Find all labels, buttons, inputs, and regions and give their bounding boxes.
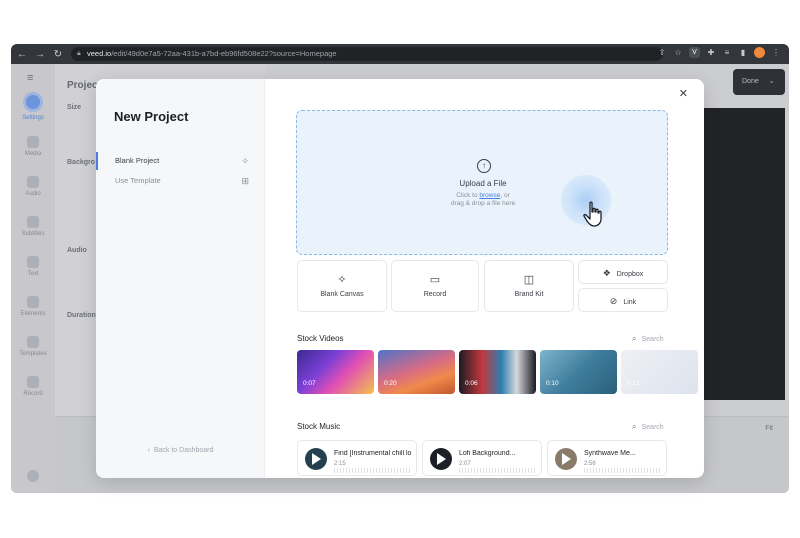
blank-canvas-option[interactable]: ✧ Blank Canvas (297, 260, 387, 312)
browse-link[interactable]: browse (479, 192, 500, 199)
stock-video-thumb[interactable]: 0:07 (297, 350, 374, 394)
stock-video-thumb[interactable]: 0:12 (621, 350, 698, 394)
back-to-dashboard-link[interactable]: ‹ Back to Dashboard (96, 447, 265, 454)
search-placeholder: Search (641, 424, 664, 431)
track-title: Synthwave Me... (584, 450, 636, 457)
lock-icon: 🔒︎ (77, 50, 81, 57)
upload-dropzone[interactable]: ↑ Upload a File Click to browse, or drag… (296, 110, 668, 255)
stock-music-search[interactable]: ⌕ Search (632, 422, 664, 432)
link-icon: ⊘ (609, 296, 618, 306)
url-path: /edit/49d0e7a5-72aa-431b-a7bd-eb96fd508e… (111, 49, 337, 58)
search-icon: ⌕ (632, 422, 637, 431)
video-duration: 0:07 (303, 380, 316, 387)
track-duration: 2:07 (459, 461, 471, 467)
stock-video-thumb[interactable]: 0:20 (378, 350, 455, 394)
modal-sidebar: New Project Blank Project ✧ Use Template… (96, 79, 265, 478)
track-title: Lofi Background... (459, 450, 516, 457)
video-duration: 0:10 (546, 380, 559, 387)
record-option[interactable]: ▭ Record (391, 260, 479, 312)
music-track[interactable]: Lofi Background... 2:07 (422, 440, 542, 476)
url-domain: veed.io (87, 49, 112, 58)
stock-videos-title: Stock Videos (297, 334, 344, 343)
upload-hint: Click to browse, or drag & drop a file h… (297, 192, 669, 208)
waveform (334, 468, 412, 473)
menu-item-use-template[interactable]: Use Template ⊞ (96, 172, 265, 190)
menu-item-label: Use Template (115, 176, 161, 185)
star-icon[interactable]: ☆ (673, 48, 683, 57)
sparkle-icon: ✧ (337, 274, 347, 286)
search-placeholder: Search (641, 336, 664, 343)
video-duration: 0:12 (627, 380, 640, 387)
hand-cursor-icon (583, 201, 602, 227)
sparkle-icon: ✧ (241, 156, 249, 166)
play-icon[interactable] (312, 453, 321, 465)
puzzle-icon[interactable]: ✚ (706, 48, 716, 57)
video-duration: 0:20 (384, 380, 397, 387)
option-label: Brand Kit (514, 291, 544, 298)
track-duration: 2:56 (584, 461, 596, 467)
music-track[interactable]: Find [Instrumental chill lo 2:15 (297, 440, 417, 476)
link-option[interactable]: ⊘ Link (578, 288, 668, 312)
reading-list-icon[interactable]: ≡ (722, 48, 732, 57)
music-track[interactable]: Synthwave Me... 2:56 (547, 440, 667, 476)
close-icon[interactable]: ✕ (679, 87, 688, 100)
upload-icon: ↑ (477, 159, 491, 173)
dropbox-option[interactable]: ❖ Dropbox (578, 260, 668, 284)
browser-actions: ⇪ ☆ V ✚ ≡ ▮ ⋮ (657, 47, 781, 58)
waveform (584, 468, 662, 473)
option-label: Dropbox (616, 271, 644, 278)
modal-title: New Project (114, 109, 189, 124)
option-label: Blank Canvas (320, 291, 364, 298)
chevron-left-icon: ‹ (147, 447, 150, 454)
new-project-modal: New Project Blank Project ✧ Use Template… (96, 79, 704, 478)
dropbox-icon: ❖ (602, 268, 611, 278)
forward-arrow-icon[interactable]: → (33, 49, 47, 60)
sidepanel-icon[interactable]: ▮ (738, 48, 748, 57)
brand-kit-option[interactable]: ◫ Brand Kit (484, 260, 574, 312)
upload-hint-text: , or (500, 192, 510, 199)
stock-video-thumb[interactable]: 0:10 (540, 350, 617, 394)
option-label: Link (623, 299, 637, 306)
video-duration: 0:06 (465, 380, 478, 387)
stock-video-thumb[interactable]: 0:06 (459, 350, 536, 394)
search-icon: ⌕ (632, 334, 637, 343)
stock-music-title: Stock Music (297, 422, 341, 431)
play-icon[interactable] (562, 453, 571, 465)
option-label: Record (423, 291, 447, 298)
track-duration: 2:15 (334, 461, 346, 467)
upload-hint-text: drag & drop a file here (450, 200, 516, 207)
menu-item-label: Blank Project (115, 156, 160, 165)
camera-icon: ▭ (429, 274, 441, 286)
kebab-menu-icon[interactable]: ⋮ (771, 48, 781, 57)
play-icon[interactable] (437, 453, 446, 465)
brand-kit-icon: ◫ (523, 274, 535, 286)
stock-videos-search[interactable]: ⌕ Search (632, 334, 664, 344)
share-icon[interactable]: ⇪ (657, 48, 667, 57)
menu-item-blank-project[interactable]: Blank Project ✧ (96, 152, 265, 170)
waveform (459, 468, 537, 473)
upload-title: Upload a File (459, 179, 507, 188)
address-bar[interactable]: 🔒︎ veed.io/edit/49d0e7a5-72aa-431b-a7bd-… (71, 47, 663, 61)
back-label: Back to Dashboard (153, 447, 214, 454)
back-arrow-icon[interactable]: ← (15, 49, 29, 60)
template-icon: ⊞ (241, 176, 249, 186)
browser-toolbar: ← → ↻ 🔒︎ veed.io/edit/49d0e7a5-72aa-431b… (11, 44, 789, 64)
reload-icon[interactable]: ↻ (51, 49, 65, 60)
upload-hint-text: Click to (456, 192, 480, 199)
avatar[interactable] (754, 47, 765, 58)
extension-badge[interactable]: V (689, 47, 700, 58)
track-title: Find [Instrumental chill lo (334, 450, 412, 457)
